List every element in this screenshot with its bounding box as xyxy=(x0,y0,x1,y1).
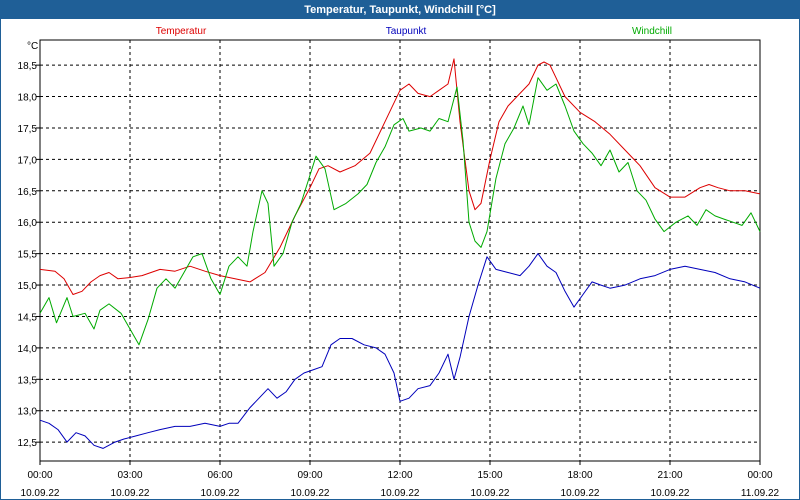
chart-title: Temperatur, Taupunkt, Windchill [°C] xyxy=(1,1,799,19)
legend-taupunkt: Taupunkt xyxy=(386,26,427,37)
x-tick-label-date: 10.09.22 xyxy=(561,488,600,499)
x-tick-label-date: 10.09.22 xyxy=(291,488,330,499)
y-tick-label: 18,0 xyxy=(18,93,38,104)
grid xyxy=(40,40,760,461)
y-tick-label: 13,5 xyxy=(18,375,38,386)
x-tick-label-time: 09:00 xyxy=(297,470,322,481)
x-tick-label-time: 18:00 xyxy=(567,470,592,481)
x-tick-label-date: 10.09.22 xyxy=(381,488,420,499)
y-tick-label: 12,5 xyxy=(18,438,38,449)
x-tick-label-time: 06:00 xyxy=(207,470,232,481)
line-chart: 12,5 13,0 13,5 14,0 14,5 15,0 15,5 16,0 16,5 17,0… xyxy=(18,26,780,499)
x-tick-label-time: 21:00 xyxy=(657,470,682,481)
x-tick-label-time: 00:00 xyxy=(747,470,772,481)
legend: Temperatur Taupunkt Windchill xyxy=(156,26,672,37)
y-axis-label: °C xyxy=(27,41,38,52)
x-tick-label-date: 10.09.22 xyxy=(471,488,510,499)
x-tick-label-date: 10.09.22 xyxy=(201,488,240,499)
y-tick-label: 16,0 xyxy=(18,218,38,229)
x-tick-label-time: 03:00 xyxy=(117,470,142,481)
x-tick-label-date: 10.09.22 xyxy=(111,488,150,499)
y-tick-label: 16,5 xyxy=(18,187,38,198)
x-tick-label-time: 12:00 xyxy=(387,470,412,481)
y-tick-label: 18,5 xyxy=(18,61,38,72)
y-tick-label: 15,5 xyxy=(18,250,38,261)
x-tick-label-date: 11.09.22 xyxy=(741,488,780,499)
y-tick-label: 17,5 xyxy=(18,124,38,135)
y-tick-label: 14,5 xyxy=(18,312,38,323)
x-tick-label-time: 15:00 xyxy=(477,470,502,481)
x-tick-label-date: 10.09.22 xyxy=(651,488,690,499)
y-tick-label: 15,0 xyxy=(18,281,38,292)
x-tick-label-time: 00:00 xyxy=(27,470,52,481)
legend-windchill: Windchill xyxy=(632,26,672,37)
legend-temperatur: Temperatur xyxy=(156,26,207,37)
axes: 12,5 13,0 13,5 14,0 14,5 15,0 15,5 16,0 16,5 17,0… xyxy=(18,39,780,499)
y-tick-label: 14,0 xyxy=(18,344,38,355)
y-tick-label: 17,0 xyxy=(18,155,38,166)
y-tick-label: 13,0 xyxy=(18,407,38,418)
chart-window: Temperatur, Taupunkt, Windchill [°C] 12,… xyxy=(0,0,800,500)
x-tick-label-date: 10.09.22 xyxy=(21,488,60,499)
